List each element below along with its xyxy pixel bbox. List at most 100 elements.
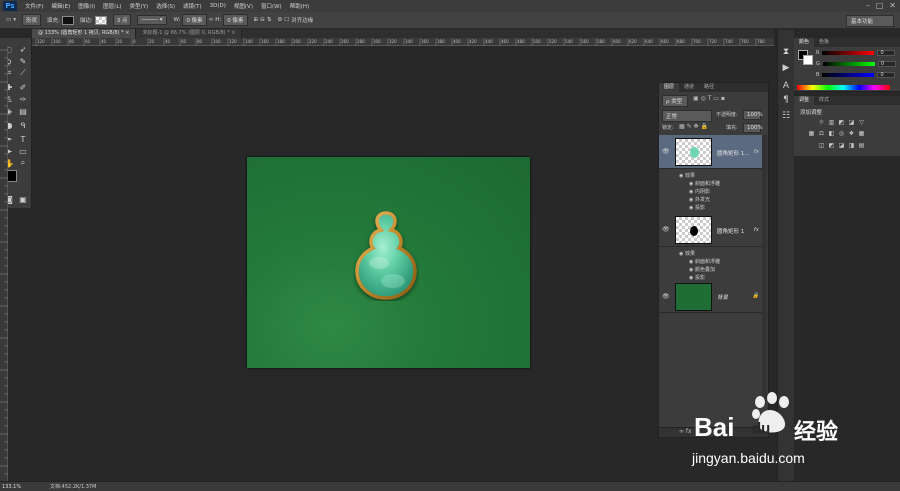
link-layers-icon[interactable]: ∞ (679, 428, 684, 435)
visibility-eye-icon[interactable]: 👁 (662, 148, 670, 155)
fill-swatch[interactable] (61, 15, 74, 25)
fx-icon[interactable]: fx (754, 227, 759, 233)
tab-paths[interactable]: 路径 (699, 83, 719, 92)
close-button[interactable]: ✕ (889, 1, 896, 10)
brightness-icon[interactable]: ☼ (818, 119, 825, 126)
tab-layers[interactable]: 图层 (659, 83, 680, 92)
color-background[interactable] (803, 55, 813, 65)
vibrance-icon[interactable]: ▽ (858, 119, 865, 126)
path-operations-icon[interactable]: ⊞ (254, 17, 259, 23)
maximize-button[interactable]: □ (876, 1, 884, 10)
tab-channels[interactable]: 通道 (679, 83, 699, 92)
menu-edit[interactable]: 编辑(E) (51, 2, 70, 10)
layer-name[interactable]: 背景 (717, 293, 728, 301)
blend-mode-select[interactable]: 正常 (662, 110, 712, 122)
color-balance-icon[interactable]: ⚖ (818, 130, 825, 137)
menu-file[interactable]: 文件(F) (25, 2, 43, 10)
layer-kind-filter[interactable]: ρ 类型 (662, 95, 688, 107)
layers-scrollbar[interactable] (762, 135, 767, 405)
effect-item[interactable]: ◉ 斜面和浮雕 (689, 180, 720, 187)
posterize-icon[interactable]: ◩ (828, 142, 835, 149)
actions-icon[interactable]: ▶ (780, 62, 792, 74)
document-size[interactable]: 文档:452.2K/1.37M (50, 483, 96, 490)
green-slider[interactable] (822, 62, 875, 66)
history-icon[interactable]: ⧗ (780, 46, 792, 58)
workspace-select[interactable]: 基本功能 (846, 15, 894, 27)
tab-document-2[interactable]: 未标题-1 @ 66.7% (图层 0, RGB/8) * × (136, 29, 243, 38)
screen-mode-icon[interactable]: ▣ (17, 194, 29, 204)
brush-tool-icon[interactable]: ✐ (17, 82, 29, 92)
exposure-icon[interactable]: ◪ (848, 119, 855, 126)
red-slider[interactable] (822, 51, 875, 55)
zoom-tool-icon[interactable]: ⌕ (17, 158, 29, 168)
dodge-tool-icon[interactable]: ᑫ (17, 120, 29, 130)
gradient-tool-icon[interactable]: ▤ (17, 106, 29, 116)
blue-slider[interactable] (822, 73, 875, 77)
effect-item[interactable]: ◉ 内阴影 (689, 188, 710, 195)
character-icon[interactable]: A (780, 80, 792, 92)
photo-filter-icon[interactable]: ◎ (838, 130, 845, 137)
threshold-icon[interactable]: ◪ (838, 142, 845, 149)
minimize-button[interactable]: – (866, 1, 870, 10)
menu-3d[interactable]: 3D(D) (210, 3, 226, 9)
channel-mixer-icon[interactable]: ❖ (848, 130, 855, 137)
effect-item[interactable]: ◉ 外发光 (689, 196, 710, 203)
path-align-icon[interactable]: ⊟ (260, 17, 265, 23)
align-edges-checkbox[interactable]: ☐ (284, 17, 289, 23)
fill-input[interactable]: 100% (743, 123, 763, 133)
stroke-size-input[interactable]: 3 点 (112, 14, 132, 26)
zoom-level[interactable]: 133.1% (0, 484, 30, 490)
effect-item[interactable]: ◉ 投影 (689, 274, 705, 281)
gear-icon[interactable]: ⚙ (277, 17, 282, 23)
stroke-type-select[interactable]: ───── ▾ (137, 15, 168, 25)
properties-icon[interactable]: ☷ (780, 110, 792, 122)
g-value[interactable]: 0 (877, 61, 896, 67)
eye-icon[interactable]: ◉ (679, 251, 683, 257)
effect-item[interactable]: ◉ 投影 (689, 204, 705, 211)
r-value[interactable]: 0 (877, 50, 896, 56)
tab-document-1[interactable]: @ 133% (圆角矩形 1 拷贝, RGB/8) * × (32, 29, 137, 38)
b-value[interactable]: 0 (877, 72, 896, 78)
black-white-icon[interactable]: ◧ (828, 130, 835, 137)
eye-icon[interactable]: ◉ (679, 173, 683, 179)
lock-icons[interactable]: ▦ ✎ ✥ 🔒 (679, 123, 708, 130)
layer-name[interactable]: 圆角矩形 1 (717, 227, 744, 235)
opacity-input[interactable]: 100% (743, 110, 763, 120)
width-input[interactable]: 0 像素 (182, 14, 207, 26)
rectangle-tool-icon[interactable]: ▭ (17, 146, 29, 156)
tab-styles[interactable]: 样式 (814, 96, 834, 105)
visibility-eye-icon[interactable]: 👁 (662, 226, 670, 233)
menu-select[interactable]: 选择(S) (156, 2, 175, 10)
type-tool-icon[interactable]: T (17, 134, 29, 144)
menu-filter[interactable]: 滤镜(T) (183, 2, 202, 10)
menu-type[interactable]: 类型(Y) (130, 2, 149, 10)
shape-mode-select[interactable]: 形状 (21, 14, 41, 26)
effect-item[interactable]: ◉ 斜面和浮雕 (689, 258, 720, 265)
curves-icon[interactable]: ◩ (838, 119, 845, 126)
layer-row-background[interactable]: 👁 背景 🔒 (659, 281, 763, 313)
document-canvas[interactable] (247, 157, 530, 368)
link-icon[interactable]: ∞ (209, 17, 214, 23)
tab-swatches[interactable]: 色板 (814, 38, 834, 47)
fx-icon[interactable]: fx (754, 149, 759, 155)
menu-image[interactable]: 图像(I) (78, 2, 95, 10)
filter-icons[interactable]: ▣ ◎ T ▭ ▪ (693, 95, 725, 102)
height-input[interactable]: 0 像素 (223, 14, 248, 26)
tab-color[interactable]: 颜色 (794, 38, 815, 47)
quick-select-tool-icon[interactable]: ✎ (17, 56, 29, 66)
invert-icon[interactable]: ◫ (818, 142, 825, 149)
gradient-map-icon[interactable]: ▤ (858, 142, 865, 149)
visibility-eye-icon[interactable]: 👁 (662, 293, 670, 300)
layer-row-shape-copy[interactable]: 👁 圆角矩形 1... fx (659, 135, 763, 169)
tool-preset-picker[interactable]: ▭ ▾ (6, 17, 16, 23)
tab-adjustments[interactable]: 调整 (794, 96, 815, 105)
menu-window[interactable]: 窗口(W) (261, 2, 282, 10)
hue-saturation-icon[interactable]: ▦ (808, 130, 815, 137)
effect-item[interactable]: ◉ 颜色叠加 (689, 266, 715, 273)
menu-help[interactable]: 帮助(H) (290, 2, 309, 10)
color-lookup-icon[interactable]: ▦ (858, 130, 865, 137)
layer-name[interactable]: 圆角矩形 1... (717, 149, 750, 157)
move-tool-icon[interactable]: ➶ (17, 44, 29, 54)
color-spectrum-bar[interactable] (797, 85, 890, 90)
eyedropper-tool-icon[interactable]: ⟋ (17, 68, 29, 78)
